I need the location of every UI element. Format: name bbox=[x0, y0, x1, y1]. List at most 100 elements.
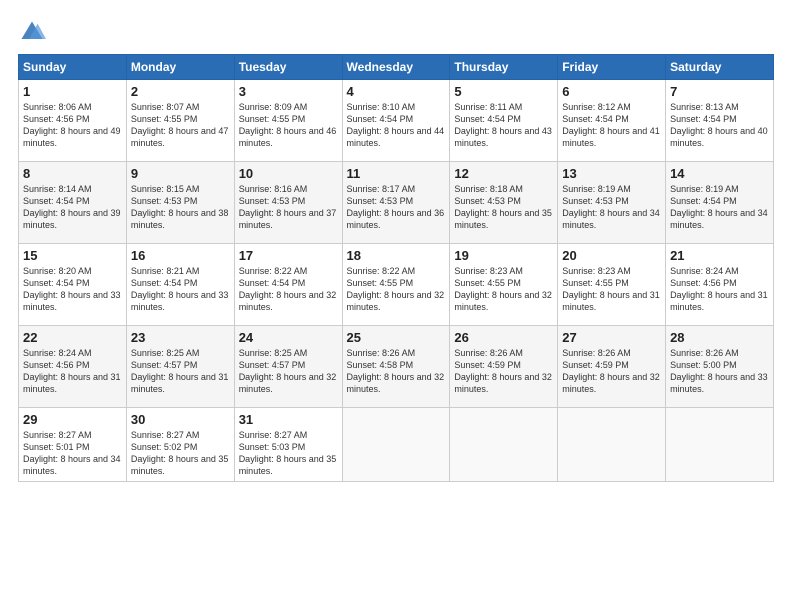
day-number: 28 bbox=[670, 330, 769, 345]
table-row: 19 Sunrise: 8:23 AMSunset: 4:55 PMDaylig… bbox=[450, 244, 558, 326]
day-number: 25 bbox=[347, 330, 446, 345]
table-row: 30 Sunrise: 8:27 AMSunset: 5:02 PMDaylig… bbox=[126, 408, 234, 482]
day-number: 4 bbox=[347, 84, 446, 99]
cell-info: Sunrise: 8:21 AMSunset: 4:54 PMDaylight:… bbox=[131, 266, 229, 312]
table-row: 14 Sunrise: 8:19 AMSunset: 4:54 PMDaylig… bbox=[666, 162, 774, 244]
cell-info: Sunrise: 8:24 AMSunset: 4:56 PMDaylight:… bbox=[670, 266, 768, 312]
cell-info: Sunrise: 8:23 AMSunset: 4:55 PMDaylight:… bbox=[562, 266, 660, 312]
table-row: 28 Sunrise: 8:26 AMSunset: 5:00 PMDaylig… bbox=[666, 326, 774, 408]
day-number: 22 bbox=[23, 330, 122, 345]
day-number: 7 bbox=[670, 84, 769, 99]
table-row bbox=[666, 408, 774, 482]
cell-info: Sunrise: 8:23 AMSunset: 4:55 PMDaylight:… bbox=[454, 266, 552, 312]
day-number: 16 bbox=[131, 248, 230, 263]
table-row: 15 Sunrise: 8:20 AMSunset: 4:54 PMDaylig… bbox=[19, 244, 127, 326]
table-row: 11 Sunrise: 8:17 AMSunset: 4:53 PMDaylig… bbox=[342, 162, 450, 244]
header-saturday: Saturday bbox=[666, 55, 774, 80]
cell-info: Sunrise: 8:12 AMSunset: 4:54 PMDaylight:… bbox=[562, 102, 660, 148]
header-monday: Monday bbox=[126, 55, 234, 80]
table-row: 23 Sunrise: 8:25 AMSunset: 4:57 PMDaylig… bbox=[126, 326, 234, 408]
weekday-header-row: Sunday Monday Tuesday Wednesday Thursday… bbox=[19, 55, 774, 80]
table-row: 17 Sunrise: 8:22 AMSunset: 4:54 PMDaylig… bbox=[234, 244, 342, 326]
table-row: 21 Sunrise: 8:24 AMSunset: 4:56 PMDaylig… bbox=[666, 244, 774, 326]
day-number: 9 bbox=[131, 166, 230, 181]
cell-info: Sunrise: 8:18 AMSunset: 4:53 PMDaylight:… bbox=[454, 184, 552, 230]
table-row: 3 Sunrise: 8:09 AMSunset: 4:55 PMDayligh… bbox=[234, 80, 342, 162]
day-number: 2 bbox=[131, 84, 230, 99]
day-number: 8 bbox=[23, 166, 122, 181]
table-row bbox=[342, 408, 450, 482]
cell-info: Sunrise: 8:11 AMSunset: 4:54 PMDaylight:… bbox=[454, 102, 552, 148]
table-row: 5 Sunrise: 8:11 AMSunset: 4:54 PMDayligh… bbox=[450, 80, 558, 162]
page: Sunday Monday Tuesday Wednesday Thursday… bbox=[0, 0, 792, 612]
day-number: 10 bbox=[239, 166, 338, 181]
table-row: 13 Sunrise: 8:19 AMSunset: 4:53 PMDaylig… bbox=[558, 162, 666, 244]
day-number: 23 bbox=[131, 330, 230, 345]
cell-info: Sunrise: 8:19 AMSunset: 4:54 PMDaylight:… bbox=[670, 184, 768, 230]
header-sunday: Sunday bbox=[19, 55, 127, 80]
day-number: 29 bbox=[23, 412, 122, 427]
table-row: 2 Sunrise: 8:07 AMSunset: 4:55 PMDayligh… bbox=[126, 80, 234, 162]
day-number: 21 bbox=[670, 248, 769, 263]
cell-info: Sunrise: 8:26 AMSunset: 4:59 PMDaylight:… bbox=[454, 348, 552, 394]
cell-info: Sunrise: 8:10 AMSunset: 4:54 PMDaylight:… bbox=[347, 102, 445, 148]
cell-info: Sunrise: 8:26 AMSunset: 5:00 PMDaylight:… bbox=[670, 348, 768, 394]
logo-icon bbox=[18, 18, 46, 46]
table-row: 6 Sunrise: 8:12 AMSunset: 4:54 PMDayligh… bbox=[558, 80, 666, 162]
day-number: 12 bbox=[454, 166, 553, 181]
table-row: 29 Sunrise: 8:27 AMSunset: 5:01 PMDaylig… bbox=[19, 408, 127, 482]
day-number: 30 bbox=[131, 412, 230, 427]
day-number: 13 bbox=[562, 166, 661, 181]
cell-info: Sunrise: 8:09 AMSunset: 4:55 PMDaylight:… bbox=[239, 102, 337, 148]
day-number: 20 bbox=[562, 248, 661, 263]
table-row: 31 Sunrise: 8:27 AMSunset: 5:03 PMDaylig… bbox=[234, 408, 342, 482]
cell-info: Sunrise: 8:22 AMSunset: 4:55 PMDaylight:… bbox=[347, 266, 445, 312]
table-row: 4 Sunrise: 8:10 AMSunset: 4:54 PMDayligh… bbox=[342, 80, 450, 162]
logo bbox=[18, 18, 50, 46]
cell-info: Sunrise: 8:27 AMSunset: 5:02 PMDaylight:… bbox=[131, 430, 229, 476]
header-thursday: Thursday bbox=[450, 55, 558, 80]
table-row: 20 Sunrise: 8:23 AMSunset: 4:55 PMDaylig… bbox=[558, 244, 666, 326]
cell-info: Sunrise: 8:17 AMSunset: 4:53 PMDaylight:… bbox=[347, 184, 445, 230]
day-number: 15 bbox=[23, 248, 122, 263]
table-row: 7 Sunrise: 8:13 AMSunset: 4:54 PMDayligh… bbox=[666, 80, 774, 162]
cell-info: Sunrise: 8:16 AMSunset: 4:53 PMDaylight:… bbox=[239, 184, 337, 230]
day-number: 14 bbox=[670, 166, 769, 181]
cell-info: Sunrise: 8:14 AMSunset: 4:54 PMDaylight:… bbox=[23, 184, 121, 230]
table-row: 24 Sunrise: 8:25 AMSunset: 4:57 PMDaylig… bbox=[234, 326, 342, 408]
header-friday: Friday bbox=[558, 55, 666, 80]
cell-info: Sunrise: 8:26 AMSunset: 4:59 PMDaylight:… bbox=[562, 348, 660, 394]
day-number: 18 bbox=[347, 248, 446, 263]
header-tuesday: Tuesday bbox=[234, 55, 342, 80]
cell-info: Sunrise: 8:15 AMSunset: 4:53 PMDaylight:… bbox=[131, 184, 229, 230]
day-number: 31 bbox=[239, 412, 338, 427]
day-number: 3 bbox=[239, 84, 338, 99]
day-number: 17 bbox=[239, 248, 338, 263]
table-row bbox=[450, 408, 558, 482]
cell-info: Sunrise: 8:06 AMSunset: 4:56 PMDaylight:… bbox=[23, 102, 121, 148]
cell-info: Sunrise: 8:25 AMSunset: 4:57 PMDaylight:… bbox=[239, 348, 337, 394]
table-row: 27 Sunrise: 8:26 AMSunset: 4:59 PMDaylig… bbox=[558, 326, 666, 408]
table-row bbox=[558, 408, 666, 482]
calendar-table: Sunday Monday Tuesday Wednesday Thursday… bbox=[18, 54, 774, 482]
table-row: 12 Sunrise: 8:18 AMSunset: 4:53 PMDaylig… bbox=[450, 162, 558, 244]
cell-info: Sunrise: 8:24 AMSunset: 4:56 PMDaylight:… bbox=[23, 348, 121, 394]
table-row: 22 Sunrise: 8:24 AMSunset: 4:56 PMDaylig… bbox=[19, 326, 127, 408]
cell-info: Sunrise: 8:26 AMSunset: 4:58 PMDaylight:… bbox=[347, 348, 445, 394]
day-number: 6 bbox=[562, 84, 661, 99]
day-number: 24 bbox=[239, 330, 338, 345]
day-number: 11 bbox=[347, 166, 446, 181]
table-row: 10 Sunrise: 8:16 AMSunset: 4:53 PMDaylig… bbox=[234, 162, 342, 244]
table-row: 16 Sunrise: 8:21 AMSunset: 4:54 PMDaylig… bbox=[126, 244, 234, 326]
table-row: 1 Sunrise: 8:06 AMSunset: 4:56 PMDayligh… bbox=[19, 80, 127, 162]
table-row: 26 Sunrise: 8:26 AMSunset: 4:59 PMDaylig… bbox=[450, 326, 558, 408]
cell-info: Sunrise: 8:27 AMSunset: 5:01 PMDaylight:… bbox=[23, 430, 121, 476]
table-row: 8 Sunrise: 8:14 AMSunset: 4:54 PMDayligh… bbox=[19, 162, 127, 244]
table-row: 9 Sunrise: 8:15 AMSunset: 4:53 PMDayligh… bbox=[126, 162, 234, 244]
day-number: 26 bbox=[454, 330, 553, 345]
day-number: 1 bbox=[23, 84, 122, 99]
day-number: 27 bbox=[562, 330, 661, 345]
cell-info: Sunrise: 8:07 AMSunset: 4:55 PMDaylight:… bbox=[131, 102, 229, 148]
table-row: 18 Sunrise: 8:22 AMSunset: 4:55 PMDaylig… bbox=[342, 244, 450, 326]
header-wednesday: Wednesday bbox=[342, 55, 450, 80]
